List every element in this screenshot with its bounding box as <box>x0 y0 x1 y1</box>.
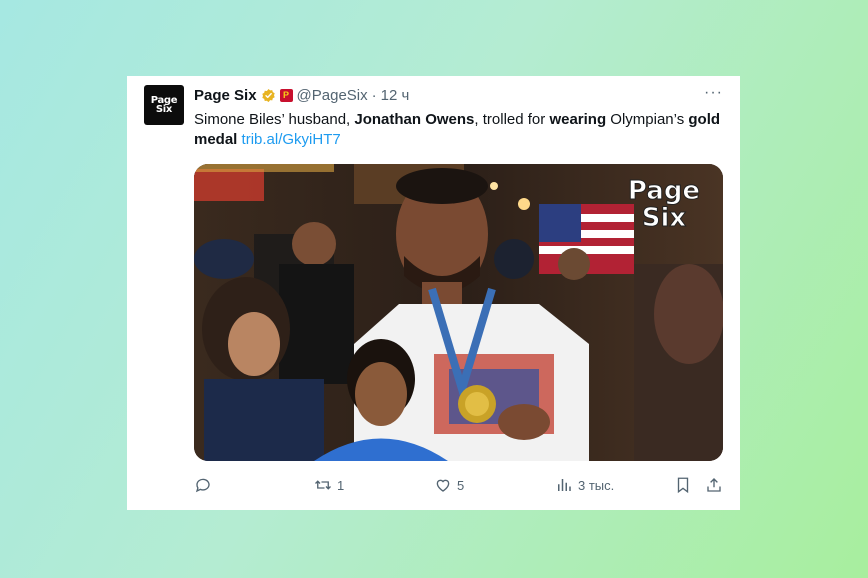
separator-dot: · <box>371 86 377 104</box>
retweet-icon <box>315 480 331 490</box>
reply-button[interactable] <box>194 476 217 494</box>
avatar-line2: Six <box>155 104 173 115</box>
tweet-text-part: Olympian’s <box>606 111 689 128</box>
tweet-link[interactable]: trib.al/GkyiHT7 <box>242 131 341 148</box>
avatar[interactable]: Page Six <box>144 85 184 125</box>
heart-icon <box>436 479 450 492</box>
watermark-line2: Six <box>642 203 687 233</box>
like-button[interactable]: 5 <box>434 476 464 494</box>
affiliate-badge-icon[interactable]: P <box>279 88 293 102</box>
photo-illustration: Page Six <box>194 164 723 461</box>
tweet-text: Simone Biles’ husband, Jonathan Owens, t… <box>194 110 724 150</box>
action-bar: 1 5 3 тыс. <box>194 476 726 496</box>
views-button[interactable]: 3 тыс. <box>555 476 614 494</box>
retweet-count: 1 <box>337 477 345 493</box>
timestamp[interactable]: 12 ч <box>381 87 410 104</box>
share-icon <box>707 478 721 492</box>
display-name[interactable]: Page Six <box>194 87 257 104</box>
more-options-icon[interactable]: ··· <box>704 84 723 102</box>
views-count: 3 тыс. <box>578 477 615 493</box>
tweet-image[interactable]: Page Six <box>194 164 723 461</box>
like-count: 5 <box>457 477 465 493</box>
retweet-button[interactable]: 1 <box>314 476 344 494</box>
watermark-line1: Page <box>628 176 700 206</box>
share-button[interactable] <box>705 476 723 494</box>
reply-icon <box>195 478 210 493</box>
bookmark-icon <box>677 477 689 494</box>
tweet-card[interactable]: Page Six Page Six P @PageSix · 12 ч ··· … <box>127 76 740 510</box>
tweet-text-part: Simone Biles’ husband, <box>194 111 355 128</box>
tweet-text-bold: Jonathan Owens <box>354 111 475 128</box>
tweet-text-bold: wearing <box>549 111 607 128</box>
tweet-header: Page Six P @PageSix · 12 ч <box>194 85 409 105</box>
views-chart-icon <box>558 479 571 491</box>
user-handle[interactable]: @PageSix <box>297 87 368 104</box>
tweet-text-part: , trolled for <box>474 111 550 128</box>
verified-badge-icon <box>261 88 275 102</box>
bookmark-button[interactable] <box>674 476 692 494</box>
